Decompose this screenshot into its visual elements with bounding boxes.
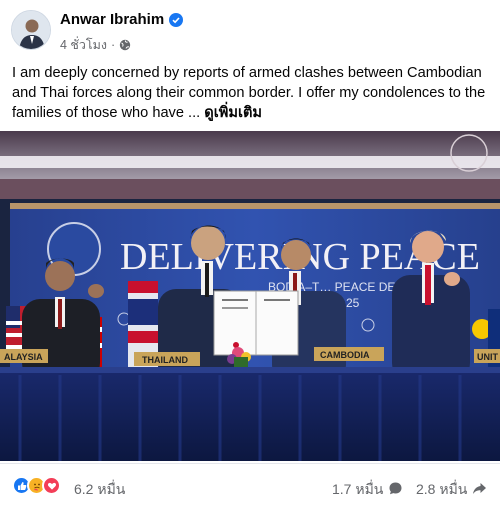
post-meta: 4 ชั่วโมง · (60, 35, 131, 55)
comment-count[interactable]: 1.7 หมื่น (332, 479, 403, 501)
author-name-text[interactable]: Anwar Ibrahim (60, 11, 164, 28)
post-header: Anwar Ibrahim 4 ชั่วโมง · (0, 0, 500, 58)
banner-subtitle: 25 (346, 296, 360, 310)
nameplate-label: UNIT (477, 352, 498, 362)
see-more-link[interactable]: ดูเพิ่มเติม (204, 105, 262, 121)
share-count[interactable]: 2.8 หมื่น (416, 479, 487, 501)
reaction-count[interactable]: 6.2 หมื่น (74, 479, 125, 501)
nameplate-label: CAMBODIA (320, 350, 370, 360)
share-count-text[interactable]: 2.8 หมื่น (416, 479, 467, 501)
share-icon (472, 481, 487, 499)
post-text: I am deeply concerned by reports of arme… (12, 63, 490, 123)
comment-count-text[interactable]: 1.7 หมื่น (332, 479, 383, 501)
photo-illustration: DELIVERING PEACE BODIA–T… PEACE DEA… 25 (0, 131, 500, 461)
avatar-image (12, 11, 50, 49)
author-avatar[interactable] (11, 10, 51, 50)
globe-icon (119, 39, 131, 51)
nameplate-label: ALAYSIA (4, 352, 43, 362)
post-photo[interactable]: DELIVERING PEACE BODIA–T… PEACE DEA… 25 (0, 131, 500, 461)
author-name[interactable]: Anwar Ibrahim (60, 11, 184, 28)
reaction-icons[interactable] (12, 476, 61, 495)
reactions-bar: 6.2 หมื่น 1.7 หมื่น 2.8 หมื่น (0, 463, 500, 506)
comment-icon (388, 481, 403, 499)
verified-badge-icon (169, 12, 184, 27)
table (0, 367, 500, 461)
meta-separator: · (111, 38, 116, 52)
post-time[interactable]: 4 ชั่วโมง (60, 35, 107, 55)
nameplate-label: THAILAND (142, 355, 188, 365)
signed-agreement (213, 290, 299, 356)
love-reaction-icon (42, 476, 61, 495)
